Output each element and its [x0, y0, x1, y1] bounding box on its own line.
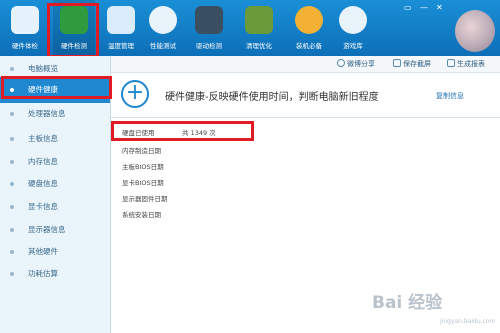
- highlight-sidebar-box: [1, 76, 112, 99]
- restore-button[interactable]: ▭: [404, 3, 412, 13]
- bullet-icon: [10, 112, 14, 116]
- close-button[interactable]: ✕: [436, 3, 443, 13]
- weibo-share-label: 微博分享: [347, 60, 375, 68]
- sidebar-item-label: 功耗估算: [28, 269, 58, 278]
- bullet-icon: [10, 272, 14, 276]
- report-icon: [447, 59, 455, 67]
- info-row-system-install: 系统安装日期: [122, 209, 161, 219]
- bullet-icon: [10, 250, 14, 254]
- sidebar-item-power[interactable]: 功耗估算: [0, 261, 110, 287]
- info-label: 主板BIOS日期: [122, 163, 164, 171]
- palette-icon: [295, 6, 323, 34]
- tool-performance[interactable]: 性能测试: [142, 0, 184, 56]
- bullet-icon: [10, 137, 14, 141]
- info-row-display-firmware: 显示器固件日期: [122, 193, 168, 203]
- speedometer-icon: [149, 6, 177, 34]
- save-screenshot-label: 保存截屏: [403, 60, 431, 68]
- baidu-watermark-url: jingyan.baidu.com: [440, 318, 496, 325]
- tool-label: 驱动检测: [196, 42, 222, 50]
- page-title: 硬件健康-反映硬件使用时间，判断电脑新旧程度: [165, 92, 379, 103]
- bullet-icon: [10, 67, 14, 71]
- info-label: 系统安装日期: [122, 211, 161, 219]
- divider: [111, 117, 500, 118]
- tool-cleanup[interactable]: 清理优化: [238, 0, 280, 56]
- bullet-icon: [10, 228, 14, 232]
- sidebar-item-cpu[interactable]: 处理器信息: [0, 101, 110, 127]
- broom-icon: [245, 6, 273, 34]
- highlight-info-box: [111, 121, 254, 141]
- baidu-watermark: Bai 经验: [372, 293, 443, 313]
- add-icon: +: [121, 80, 149, 108]
- thermometer-chart-icon: [107, 6, 135, 34]
- monitor-icon: [11, 6, 39, 34]
- tool-hardware-checkup[interactable]: 硬件体检: [4, 0, 46, 56]
- bullet-icon: [10, 160, 14, 164]
- bullet-icon: [10, 182, 14, 186]
- info-row-memory-date: 内存制造日期: [122, 145, 161, 155]
- info-label: 内存制造日期: [122, 147, 161, 155]
- avatar[interactable]: [455, 10, 495, 52]
- tool-driver[interactable]: 驱动检测: [188, 0, 230, 56]
- gear-box-icon: [195, 6, 223, 34]
- generate-report-button[interactable]: 生成报表: [447, 59, 485, 69]
- camera-icon: [393, 59, 401, 67]
- highlight-toolbar-box: [47, 3, 99, 58]
- minimize-button[interactable]: —: [420, 3, 428, 13]
- copy-info-link[interactable]: 复制信息: [436, 91, 464, 101]
- sidebar-item-label: 处理器信息: [28, 109, 66, 118]
- weibo-icon: [337, 59, 345, 67]
- tool-essentials[interactable]: 装机必备: [288, 0, 330, 56]
- save-screenshot-button[interactable]: 保存截屏: [393, 59, 431, 69]
- info-row-motherboard-bios: 主板BIOS日期: [122, 161, 164, 171]
- generate-report-label: 生成报表: [457, 60, 485, 68]
- weibo-share-button[interactable]: 微博分享: [337, 59, 375, 69]
- tool-label: 清理优化: [246, 42, 272, 50]
- bullet-icon: [10, 205, 14, 209]
- action-bar: 微博分享 保存截屏 生成报表: [111, 56, 500, 73]
- tool-games[interactable]: 游戏库: [332, 0, 374, 56]
- info-row-gpu-bios: 显卡BIOS日期: [122, 177, 164, 187]
- info-label: 显示器固件日期: [122, 195, 168, 203]
- tool-label: 游戏库: [343, 42, 363, 50]
- gamepad-icon: [339, 6, 367, 34]
- info-label: 显卡BIOS日期: [122, 179, 164, 187]
- tool-label: 硬件体检: [12, 42, 38, 50]
